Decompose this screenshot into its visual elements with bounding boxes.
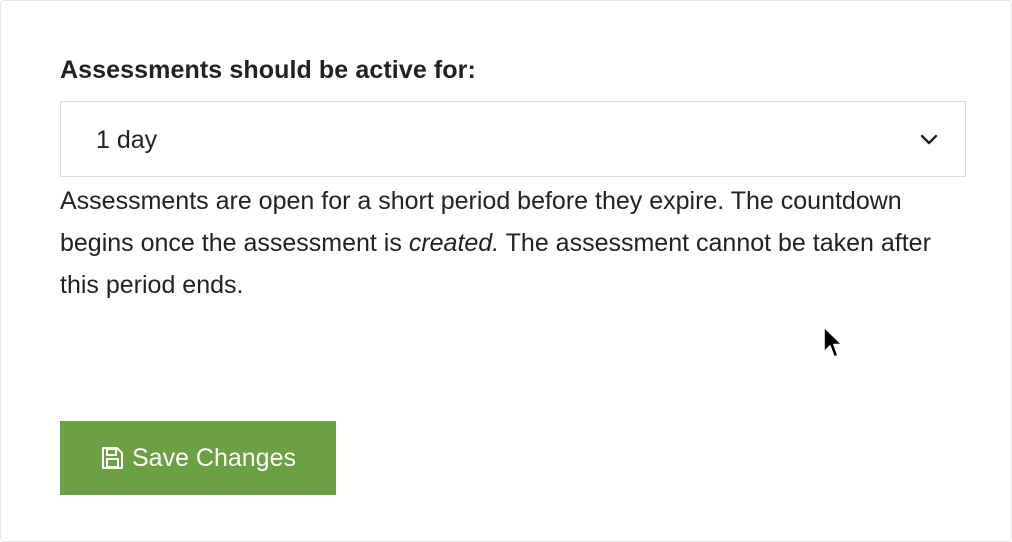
duration-select-value: 1 day bbox=[96, 126, 158, 154]
mouse-pointer-icon bbox=[823, 326, 843, 358]
duration-help-text: Assessments are open for a short period … bbox=[60, 180, 960, 306]
help-text-emphasis: created. bbox=[408, 229, 500, 257]
duration-field-label: Assessments should be active for: bbox=[60, 56, 476, 84]
save-changes-button[interactable]: Save Changes bbox=[60, 421, 336, 495]
chevron-down-icon bbox=[920, 134, 938, 145]
save-button-label: Save Changes bbox=[131, 443, 296, 472]
duration-select[interactable]: 1 day bbox=[60, 101, 966, 177]
floppy-disk-icon bbox=[101, 447, 123, 469]
